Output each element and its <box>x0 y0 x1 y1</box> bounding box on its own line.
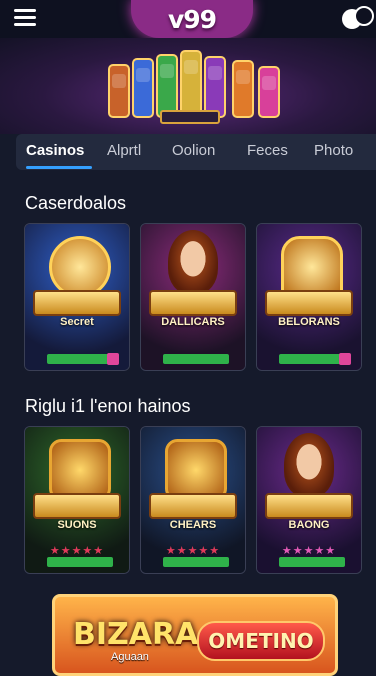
rating-stars: ★★★★★ <box>165 545 221 557</box>
play-button[interactable] <box>279 354 345 364</box>
tab-photo[interactable]: Photo <box>314 142 353 159</box>
game-card[interactable]: CHEARS ★★★★★ <box>140 426 246 574</box>
slot-machine-icon <box>204 56 226 118</box>
game-title: Secret <box>60 316 94 328</box>
game-logo-plate <box>265 493 353 519</box>
section-title: Caserdoalos <box>25 193 127 213</box>
game-card[interactable]: DALLICARS <box>140 223 246 371</box>
game-logo-plate <box>149 290 237 316</box>
game-card[interactable]: BELORANS <box>256 223 362 371</box>
game-emblem-icon <box>49 236 111 298</box>
slot-machine-icon <box>180 50 202 118</box>
slot-machine-icon <box>156 54 178 118</box>
idol-icon <box>49 439 111 501</box>
tab-casinos[interactable]: Casinos <box>26 142 84 159</box>
active-tab-indicator <box>26 166 92 169</box>
slot-machine-icon <box>232 60 254 118</box>
promo-title: BIZARA <box>73 617 199 652</box>
slot-machine-icon <box>132 58 154 118</box>
idol-icon <box>165 439 227 501</box>
play-button[interactable] <box>163 354 229 364</box>
game-logo-plate <box>149 493 237 519</box>
game-title: DALLICARS <box>161 316 225 328</box>
character-portrait-icon <box>284 433 334 497</box>
hamburger-icon[interactable] <box>14 9 36 27</box>
game-card[interactable]: BAONG ★★★★★ <box>256 426 362 574</box>
game-card[interactable]: SUONS ★★★★★ <box>24 426 130 574</box>
play-button[interactable] <box>47 354 113 364</box>
rating-stars: ★★★★★ <box>281 545 337 557</box>
slot-machine-icon <box>108 64 130 118</box>
category-tabs: Casinos Alprtl Oolion Feces Photo <box>16 134 376 170</box>
game-logo-plate <box>33 493 121 519</box>
theme-toggle-icon[interactable] <box>342 6 374 30</box>
game-logo-plate <box>33 290 121 316</box>
game-title: BELORANS <box>278 316 340 328</box>
game-logo-plate <box>265 290 353 316</box>
promo-button[interactable]: OMETINO <box>197 621 325 661</box>
logo[interactable]: v99 <box>131 0 253 38</box>
game-title: BAONG <box>288 519 330 531</box>
character-portrait-icon <box>168 230 218 294</box>
game-card[interactable]: Secret <box>24 223 130 371</box>
play-button[interactable] <box>279 557 345 567</box>
promo-subtitle: Aguaan <box>111 651 149 663</box>
tab-oolion[interactable]: Oolion <box>172 142 215 159</box>
play-button[interactable] <box>163 557 229 567</box>
slot-machine-icon <box>258 66 280 118</box>
game-title: SUONS <box>57 519 97 531</box>
rating-stars: ★★★★★ <box>49 545 105 557</box>
badge-icon <box>339 353 351 365</box>
game-title: CHEARS <box>169 519 217 531</box>
section-title: Riglu i1 l'enoı hainos <box>25 396 191 416</box>
crown-icon <box>281 236 343 298</box>
tab-alprtl[interactable]: Alprtl <box>107 142 141 159</box>
hero-banner[interactable] <box>0 38 376 134</box>
tab-feces[interactable]: Feces <box>247 142 288 159</box>
slot-stand <box>160 110 220 124</box>
logo-text: v99 <box>167 4 217 34</box>
badge-icon <box>107 353 119 365</box>
top-bar: v99 <box>0 0 376 38</box>
play-button[interactable] <box>47 557 113 567</box>
